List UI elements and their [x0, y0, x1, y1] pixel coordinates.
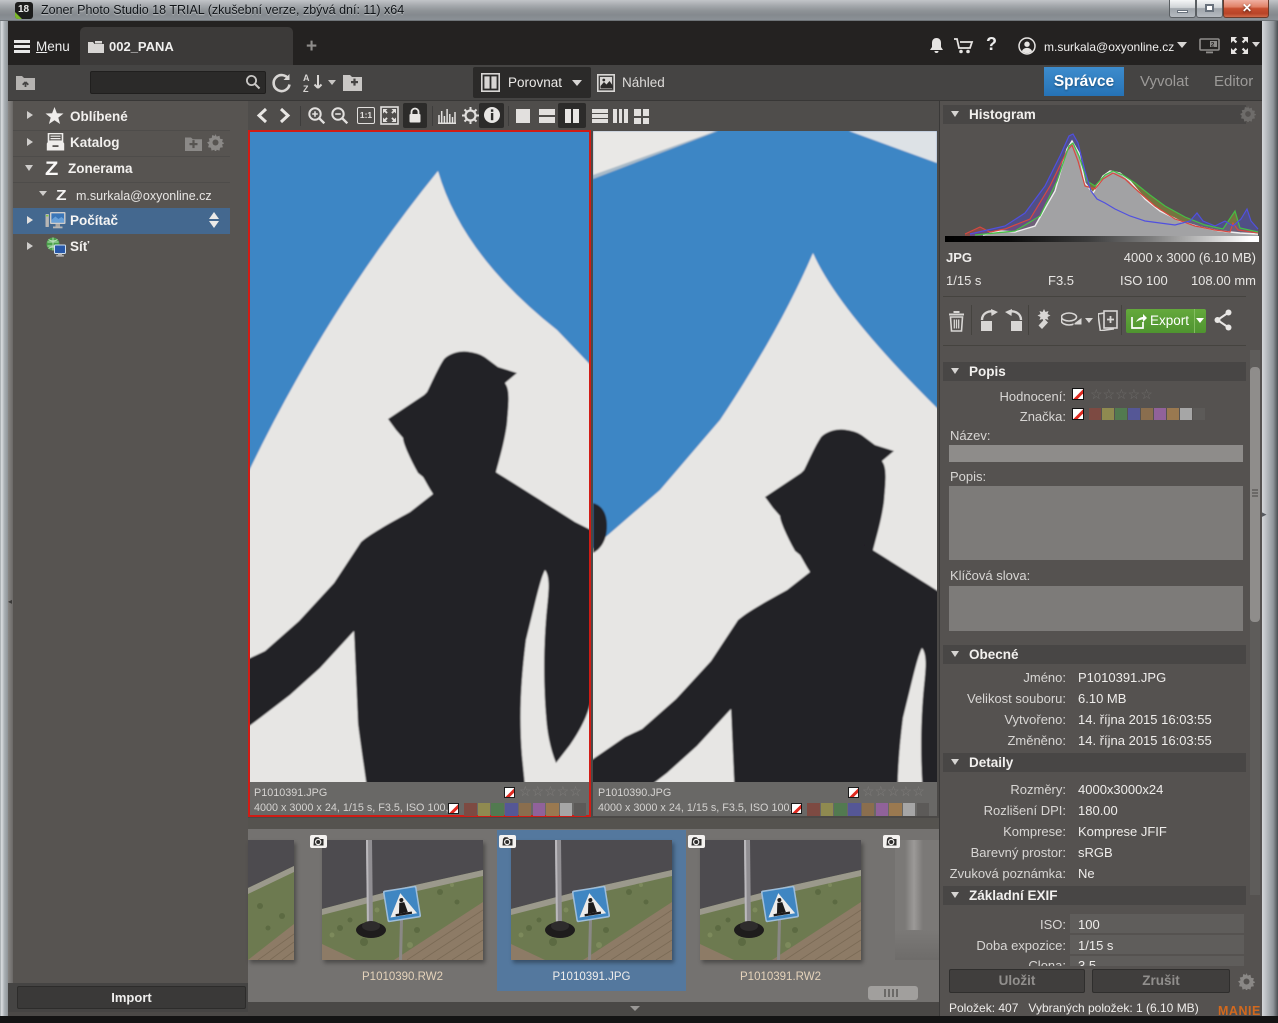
- svg-text:A: A: [303, 73, 310, 83]
- svg-text:Z: Z: [303, 84, 309, 93]
- svg-text:2: 2: [1211, 42, 1215, 49]
